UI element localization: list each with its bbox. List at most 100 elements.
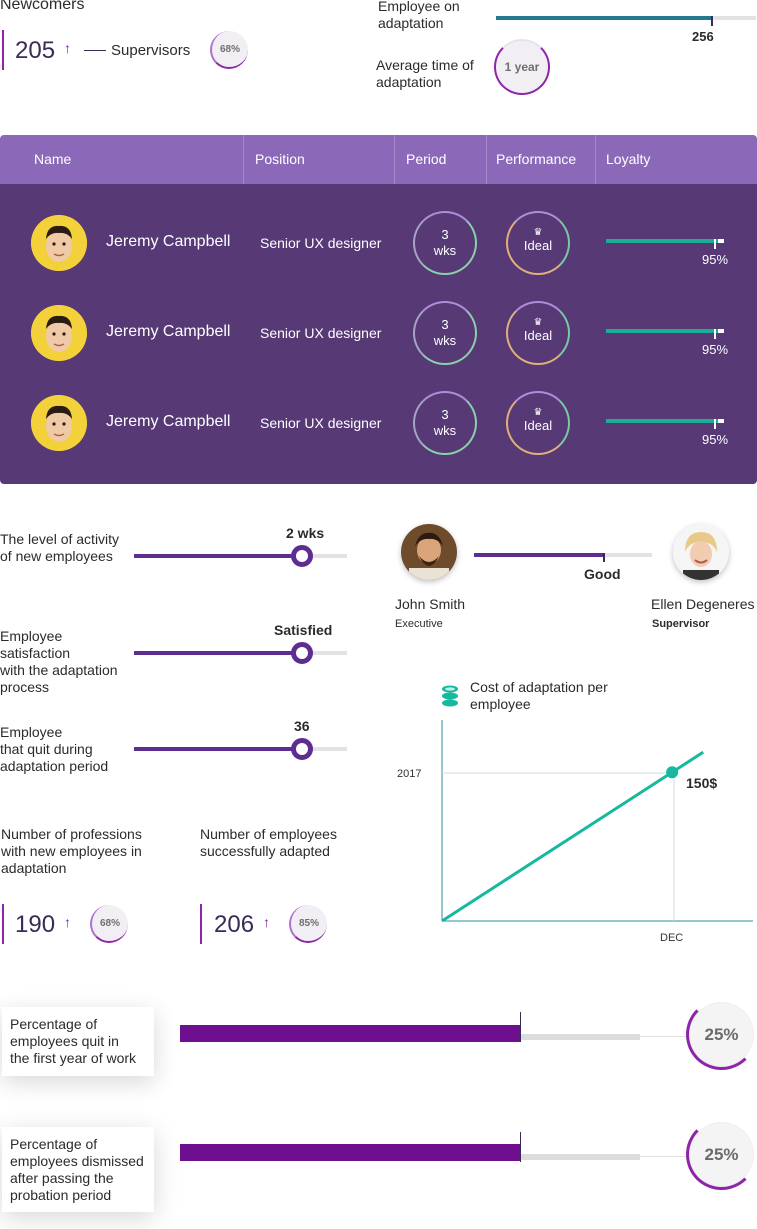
crown-icon: ♛ <box>533 317 543 328</box>
loyalty-fill <box>606 329 719 333</box>
right-role: Supervisor <box>652 618 710 630</box>
supervisors-label: Supervisors <box>111 42 191 59</box>
quit-slider-knob[interactable] <box>291 738 314 760</box>
up-arrow-icon: ↑ <box>64 914 71 930</box>
period-unit: wks <box>433 333 457 348</box>
dismissed-tick <box>520 1132 522 1162</box>
adaptation-progress-track <box>496 16 756 26</box>
period-ring: 3 wks <box>413 301 477 365</box>
dismissed-fill <box>180 1144 521 1161</box>
john-smith-avatar <box>401 524 457 580</box>
x-tick-label: DEC <box>660 932 683 944</box>
y-tick-label: 2017 <box>397 768 421 780</box>
up-arrow-icon: ↑ <box>64 40 71 56</box>
dismissed-connector <box>640 1156 686 1157</box>
period-value: 3 <box>441 227 449 242</box>
loyalty-value: 95% <box>702 342 729 357</box>
highlight-point <box>666 766 679 779</box>
table-row[interactable]: Jeremy Campbell Senior UX designer 3 wks … <box>0 288 757 378</box>
activity-slider[interactable] <box>134 545 347 567</box>
loyalty-track <box>606 419 724 429</box>
adapted-divider <box>200 904 202 944</box>
performance-ring: ♛ Ideal <box>506 211 570 275</box>
supervisors-pct-badge: 68% <box>210 31 248 69</box>
avatar <box>31 305 87 361</box>
period-unit: wks <box>433 243 457 258</box>
th-name[interactable]: Name <box>34 135 71 184</box>
adapted-pct: 85% <box>298 917 319 929</box>
activity-value: 2 wks <box>286 525 325 541</box>
activity-slider-knob[interactable] <box>291 545 314 567</box>
up-arrow-icon: ↑ <box>263 914 270 930</box>
chart-title: Cost of adaptation per employee <box>470 679 608 712</box>
dismissed-label: Percentage of employees dismissed after … <box>10 1136 144 1203</box>
connector-line <box>84 50 106 51</box>
left-role: Executive <box>395 618 443 630</box>
satisfaction-value: Satisfied <box>274 622 333 638</box>
quit-slider[interactable] <box>134 738 347 760</box>
professions-pct-badge: 68% <box>90 905 128 943</box>
avatar <box>31 395 87 451</box>
th-period[interactable]: Period <box>406 135 446 184</box>
th-performance[interactable]: Performance <box>496 135 576 184</box>
loyalty-track <box>606 329 724 339</box>
loyalty-fill <box>606 419 719 423</box>
quit-value: 36 <box>294 718 310 734</box>
table-row[interactable]: Jeremy Campbell Senior UX designer 3 wks … <box>0 378 757 468</box>
crown-icon: ♛ <box>533 407 543 418</box>
period-value: 3 <box>441 407 449 422</box>
relation-fill <box>474 553 604 557</box>
performance-ring: ♛ Ideal <box>506 301 570 365</box>
avg-time-value: 1 year <box>504 60 540 74</box>
cost-chart: 2017 DEC 150$ <box>396 720 757 950</box>
dismissed-ring: 25% <box>686 1119 757 1190</box>
adaptation-progress-tick <box>710 16 713 26</box>
highlight-value: 150$ <box>686 775 717 791</box>
adapted-label: Number of employees successfully adapted <box>200 826 337 859</box>
employee-name[interactable]: Jeremy Campbell <box>106 233 230 251</box>
quit-first-year-tick <box>520 1012 522 1042</box>
quit-first-year-connector <box>640 1036 686 1037</box>
newcomers-count: 205 <box>15 37 56 64</box>
professions-label: Number of professions with new employees… <box>1 826 142 876</box>
newcomers-divider <box>2 30 4 70</box>
th-divider <box>486 135 487 184</box>
employee-position: Senior UX designer <box>260 235 382 251</box>
th-position[interactable]: Position <box>255 135 305 184</box>
satisfaction-slider[interactable] <box>134 642 347 664</box>
crown-icon: ♛ <box>533 227 543 238</box>
period-unit: wks <box>433 423 457 438</box>
professions-value: 190 <box>15 911 56 938</box>
adapted-value: 206 <box>214 911 255 938</box>
avatar <box>31 215 87 271</box>
quit-first-year-fill <box>180 1025 521 1042</box>
th-divider <box>394 135 395 184</box>
loyalty-fill <box>606 239 719 243</box>
relation-track <box>474 553 652 562</box>
employee-position: Senior UX designer <box>260 415 382 431</box>
relation-tick <box>602 553 605 562</box>
activity-slider-fill <box>134 554 303 558</box>
quit-first-year-card: Percentage of employees quit in the firs… <box>2 1007 154 1076</box>
loyalty-track <box>606 239 724 249</box>
dismissed-value: 25% <box>704 1144 739 1164</box>
ellen-avatar <box>673 524 729 580</box>
period-value: 3 <box>441 317 449 332</box>
satisfaction-slider-knob[interactable] <box>291 642 314 664</box>
performance-value: Ideal <box>523 238 553 253</box>
th-divider <box>595 135 596 184</box>
professions-divider <box>2 904 4 944</box>
employee-on-adaptation-value: 256 <box>692 29 714 44</box>
employee-name[interactable]: Jeremy Campbell <box>106 323 230 341</box>
employee-name[interactable]: Jeremy Campbell <box>106 413 230 431</box>
activity-label: The level of activity of new employees <box>0 531 120 564</box>
period-ring: 3 wks <box>413 391 477 455</box>
quit-label: Employee that quit during adaptation per… <box>0 724 109 774</box>
th-divider <box>243 135 244 184</box>
avg-time-label: Average time of adaptation <box>376 57 474 90</box>
th-loyalty[interactable]: Loyalty <box>606 135 650 184</box>
employee-position: Senior UX designer <box>260 325 382 341</box>
table-body: Jeremy Campbell Senior UX designer 3 wks … <box>0 184 757 484</box>
table-row[interactable]: Jeremy Campbell Senior UX designer 3 wks … <box>0 198 757 288</box>
professions-pct: 68% <box>99 917 120 929</box>
